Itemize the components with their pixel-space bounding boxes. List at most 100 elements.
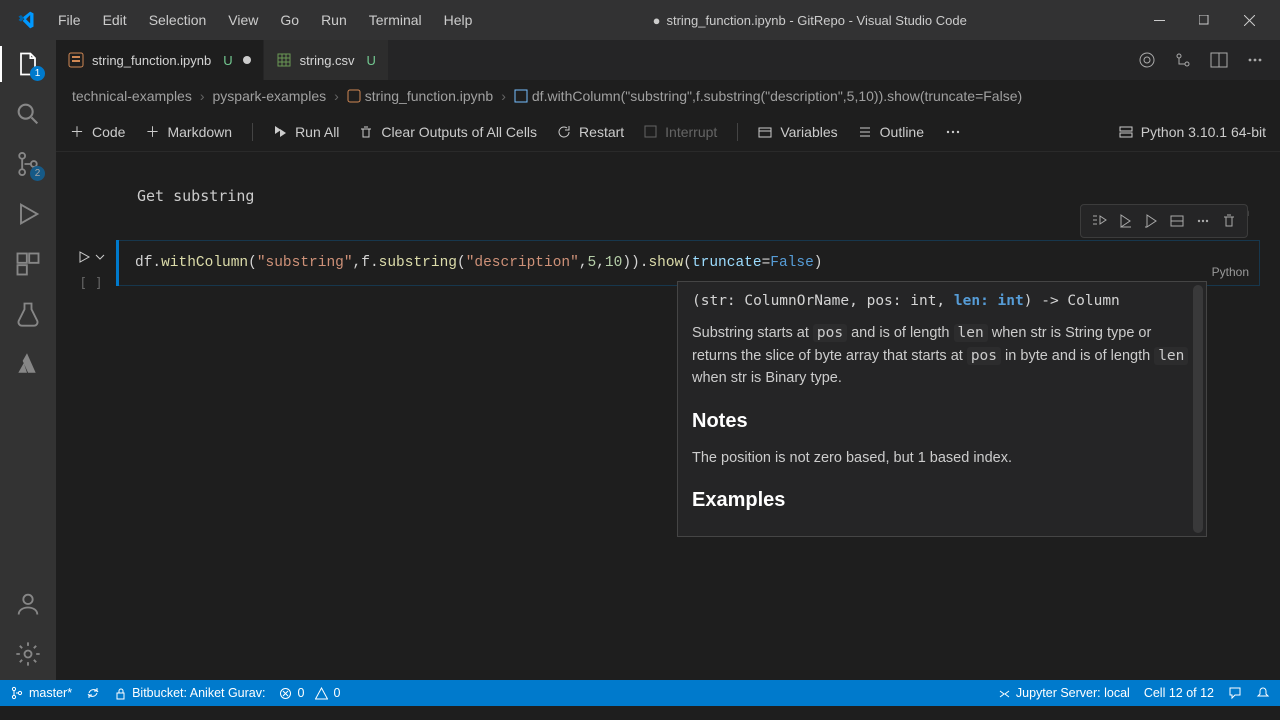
minimize-button[interactable]: [1137, 0, 1182, 40]
lock-icon: [114, 687, 127, 700]
git-status-untracked: U: [223, 53, 232, 68]
signature-doc: Substring starts at pos and is of length…: [692, 322, 1192, 389]
chevron-right-icon: ›: [501, 88, 506, 104]
more-icon[interactable]: [1191, 209, 1215, 233]
sync-icon: [86, 686, 100, 700]
code-cell[interactable]: [ ] df.withColumn("substring",f.substrin…: [66, 240, 1260, 286]
kernel-selector[interactable]: Python 3.10.1 64-bit: [1119, 124, 1266, 140]
diff-icon[interactable]: [1174, 51, 1192, 69]
notebook-cells[interactable]: Get substring Markdown [ ]: [56, 152, 1280, 680]
tab-string-csv[interactable]: string.csv U: [264, 40, 389, 80]
execute-cell-icon[interactable]: [1113, 209, 1137, 233]
cell-position-status[interactable]: Cell 12 of 12: [1144, 686, 1214, 700]
notifications-icon[interactable]: [1256, 686, 1270, 700]
outline-button[interactable]: Outline: [858, 124, 924, 140]
jupyter-server-status[interactable]: Jupyter Server: local: [998, 686, 1130, 700]
window-title: ● string_function.ipynb - GitRepo - Visu…: [486, 13, 1133, 28]
breadcrumb-item[interactable]: technical-examples: [72, 88, 192, 104]
split-cell-icon[interactable]: [1165, 209, 1189, 233]
more-actions-icon[interactable]: [1246, 51, 1264, 69]
run-by-line-icon[interactable]: [1087, 209, 1111, 233]
customize-layout-icon[interactable]: [1138, 51, 1156, 69]
menu-go[interactable]: Go: [270, 7, 309, 33]
breadcrumb-item[interactable]: df.withColumn("substring",f.substring("d…: [532, 88, 1022, 104]
dirty-indicator-icon: [243, 56, 251, 64]
explorer-icon[interactable]: 1: [14, 50, 42, 78]
split-editor-icon[interactable]: [1210, 51, 1228, 69]
close-button[interactable]: [1227, 0, 1272, 40]
outline-icon: [858, 125, 872, 139]
execute-cell-icon[interactable]: [77, 250, 91, 264]
error-icon: [279, 687, 292, 700]
menu-help[interactable]: Help: [434, 7, 483, 33]
window-title-text: string_function.ipynb - GitRepo - Visual…: [666, 13, 966, 28]
cell-gutter: [ ]: [66, 250, 116, 291]
editor-group: string_function.ipynb U string.csv U tec…: [56, 40, 1280, 680]
git-branch-status[interactable]: master*: [10, 686, 72, 700]
source-control-icon[interactable]: 2: [14, 150, 42, 178]
bitbucket-status[interactable]: Bitbucket: Aniket Gurav:: [114, 686, 265, 700]
separator: [252, 123, 253, 141]
doc-heading-notes: Notes: [692, 406, 1192, 437]
signature-help-widget: (str: ColumnOrName, pos: int, len: int) …: [677, 281, 1207, 537]
menu-terminal[interactable]: Terminal: [359, 7, 432, 33]
status-bar: master* Bitbucket: Aniket Gurav: 0 0 Jup…: [0, 680, 1280, 706]
dirty-indicator-icon: ●: [653, 13, 661, 28]
code-line[interactable]: df.withColumn("substring",f.substring("d…: [117, 241, 1259, 285]
variables-button[interactable]: Variables: [758, 124, 837, 140]
atlassian-icon[interactable]: [14, 350, 42, 378]
variables-icon: [758, 125, 772, 139]
explorer-badge: 1: [30, 66, 45, 81]
hover-scrollbar[interactable]: [1193, 285, 1203, 533]
breadcrumb[interactable]: technical-examples › pyspark-examples › …: [56, 80, 1280, 112]
vscode-logo-icon: [16, 10, 36, 30]
more-button[interactable]: [944, 123, 962, 141]
chevron-right-icon: ›: [334, 88, 339, 104]
clear-outputs-button[interactable]: Clear Outputs of All Cells: [359, 124, 537, 140]
tab-label: string_function.ipynb: [92, 53, 211, 68]
feedback-icon[interactable]: [1228, 686, 1242, 700]
doc-heading-examples: Examples: [692, 485, 1192, 516]
tab-string-function[interactable]: string_function.ipynb U: [56, 40, 264, 80]
window-controls: [1137, 0, 1272, 40]
breadcrumb-item[interactable]: pyspark-examples: [213, 88, 327, 104]
add-code-cell-button[interactable]: ＋Code: [70, 122, 125, 142]
menu-selection[interactable]: Selection: [139, 7, 217, 33]
scm-badge: 2: [30, 166, 45, 181]
doc-notes-body: The position is not zero based, but 1 ba…: [692, 447, 1192, 469]
main-menu: File Edit Selection View Go Run Terminal…: [48, 7, 482, 33]
ellipsis-icon: [944, 123, 962, 141]
branch-icon: [10, 686, 24, 700]
clear-icon: [359, 125, 373, 139]
menu-edit[interactable]: Edit: [93, 7, 137, 33]
maximize-button[interactable]: [1182, 0, 1227, 40]
add-markdown-cell-button[interactable]: ＋Markdown: [145, 122, 232, 142]
sync-status[interactable]: [86, 686, 100, 700]
settings-gear-icon[interactable]: [14, 640, 42, 668]
git-status-untracked: U: [367, 53, 376, 68]
execute-above-icon[interactable]: [1139, 209, 1163, 233]
breadcrumb-item[interactable]: string_function.ipynb: [365, 88, 493, 104]
restart-kernel-button[interactable]: Restart: [557, 124, 624, 140]
execution-count: [ ]: [79, 276, 102, 291]
menu-run[interactable]: Run: [311, 7, 357, 33]
accounts-icon[interactable]: [14, 590, 42, 618]
menu-file[interactable]: File: [48, 7, 91, 33]
run-debug-icon[interactable]: [14, 200, 42, 228]
interrupt-icon: [644, 125, 657, 138]
delete-cell-icon[interactable]: [1217, 209, 1241, 233]
csv-file-icon: [276, 52, 292, 68]
extensions-icon[interactable]: [14, 250, 42, 278]
separator: [737, 123, 738, 141]
testing-icon[interactable]: [14, 300, 42, 328]
run-all-button[interactable]: Run All: [273, 124, 339, 140]
search-icon[interactable]: [14, 100, 42, 128]
chevron-right-icon: ›: [200, 88, 205, 104]
menu-view[interactable]: View: [218, 7, 268, 33]
chevron-down-icon[interactable]: [95, 252, 105, 262]
cell-language-label[interactable]: Python: [1212, 265, 1249, 279]
title-bar: File Edit Selection View Go Run Terminal…: [0, 0, 1280, 40]
problems-status[interactable]: 0 0: [279, 686, 340, 700]
code-editor[interactable]: df.withColumn("substring",f.substring("d…: [116, 240, 1260, 286]
server-icon: [1119, 125, 1133, 139]
